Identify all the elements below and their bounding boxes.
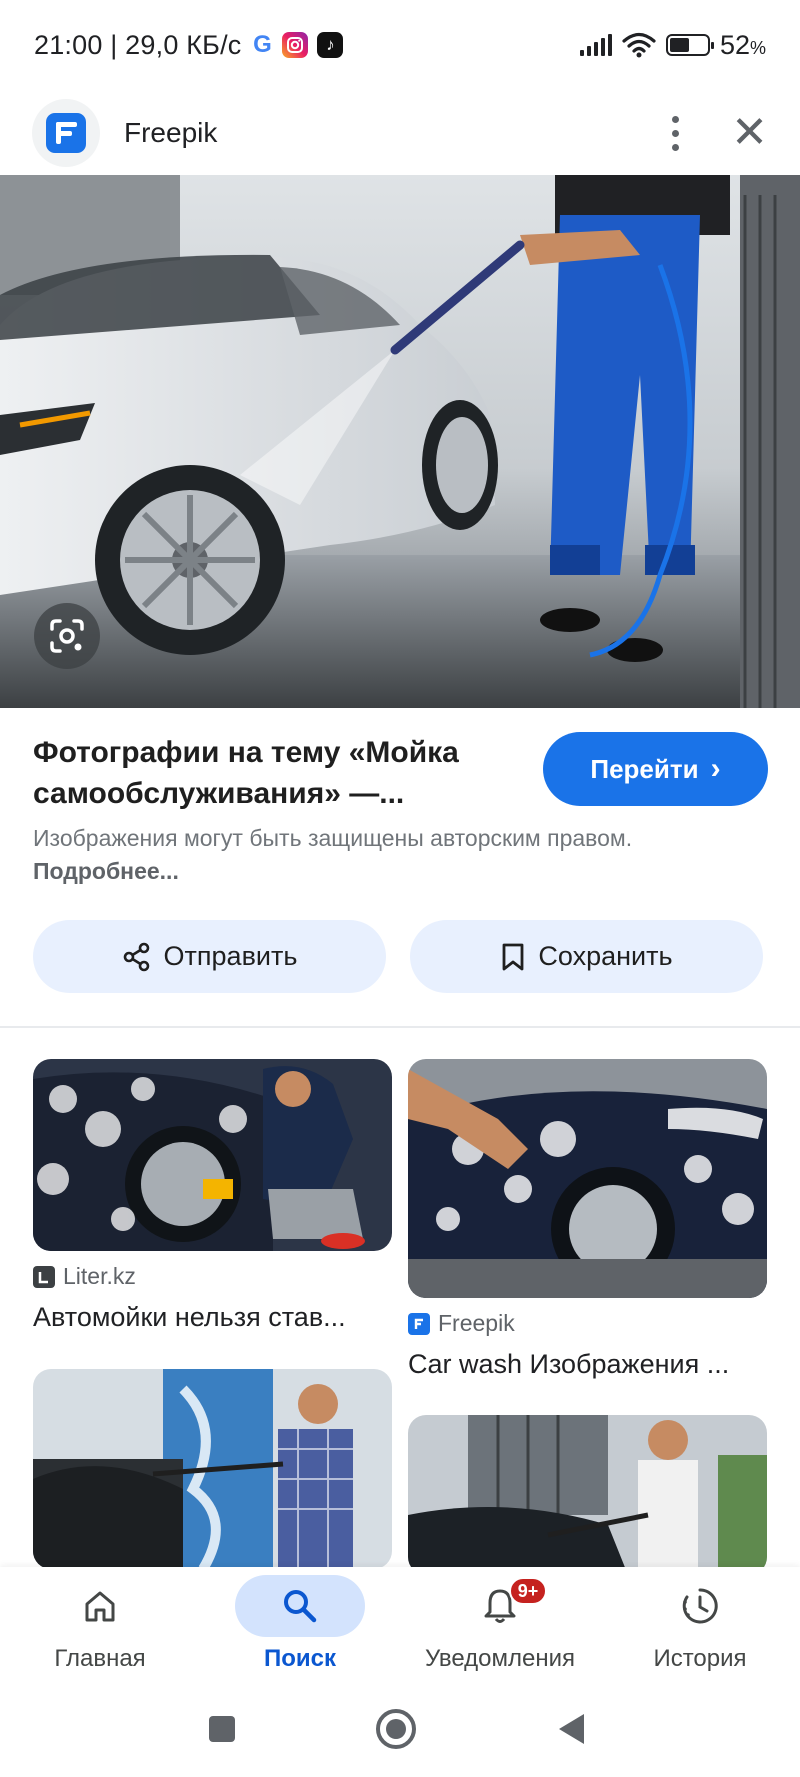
wifi-icon <box>622 32 656 58</box>
site-name[interactable]: Freepik <box>124 117 217 149</box>
main-image[interactable] <box>0 175 800 708</box>
result-source-2[interactable]: Freepik <box>408 1310 515 1337</box>
home-icon <box>85 1591 115 1622</box>
tiktok-icon: ♪ <box>317 32 344 58</box>
battery-icon <box>665 34 714 56</box>
detail-header: Freepik ✕ <box>0 90 800 176</box>
nav-history-label: История <box>653 1645 747 1672</box>
learn-more-link[interactable]: Подробнее... <box>33 858 179 884</box>
nav-notifications[interactable]: 9+ Уведомления <box>400 1567 600 1685</box>
back-system-button[interactable] <box>548 1705 596 1753</box>
nav-history[interactable]: История <box>600 1567 800 1685</box>
chevron-right-icon: › <box>710 752 721 785</box>
result-source-name: Freepik <box>438 1310 515 1336</box>
result-title-2[interactable]: Car wash Изображения ... <box>408 1349 767 1380</box>
google-icon: G <box>251 31 274 58</box>
system-navigation-bar <box>0 1685 800 1777</box>
signal-icon <box>579 34 612 56</box>
status-time-speed: 21:00 | 29,0 КБ/с <box>34 29 242 60</box>
lens-search-button[interactable] <box>34 603 100 669</box>
copyright-notice: Изображения могут быть защищены авторски… <box>33 822 633 888</box>
result-title-1[interactable]: Автомойки нельзя став... <box>33 1302 392 1333</box>
save-button[interactable]: Сохранить <box>410 920 763 993</box>
share-icon <box>123 942 149 971</box>
image-title[interactable]: Фотографии на тему «Мойка самообслуживан… <box>33 732 503 814</box>
square-icon <box>209 1716 235 1742</box>
visit-button-label: Перейти <box>590 753 699 784</box>
bottom-navigation: Главная Поиск 9+ Уведомления История <box>0 1567 800 1685</box>
liter-kz-favicon <box>33 1265 55 1288</box>
nav-search-label: Поиск <box>263 1645 337 1672</box>
save-label: Сохранить <box>538 941 673 971</box>
instagram-icon <box>282 32 309 58</box>
status-right: 52% <box>579 29 766 61</box>
share-label: Отправить <box>163 941 298 971</box>
circle-icon <box>376 1709 416 1749</box>
share-button[interactable]: Отправить <box>33 920 386 993</box>
result-image-1[interactable] <box>33 1059 392 1251</box>
bookmark-icon <box>503 943 524 970</box>
nav-home[interactable]: Главная <box>0 1567 200 1685</box>
lens-icon <box>50 619 84 653</box>
status-bar: 21:00 | 29,0 КБ/с G ♪ 52% <box>0 0 800 90</box>
search-icon <box>284 1590 317 1623</box>
notification-badge: 9+ <box>509 1577 547 1605</box>
result-image-3[interactable] <box>33 1369 392 1569</box>
back-triangle-icon <box>559 1714 584 1744</box>
nav-search[interactable]: Поиск <box>200 1567 400 1685</box>
result-source-name: Liter.kz <box>63 1263 136 1289</box>
result-source-1[interactable]: Liter.kz <box>33 1263 136 1290</box>
section-divider <box>0 1026 800 1028</box>
freepik-favicon <box>408 1312 430 1335</box>
visit-button[interactable]: Перейти › <box>543 732 768 806</box>
result-image-4[interactable] <box>408 1415 767 1575</box>
nav-home-label: Главная <box>54 1645 146 1672</box>
site-logo[interactable] <box>32 99 100 167</box>
battery-text: 52% <box>719 29 766 60</box>
more-options-icon[interactable] <box>668 112 683 155</box>
result-image-2[interactable] <box>408 1059 767 1298</box>
history-icon <box>682 1588 718 1624</box>
close-icon[interactable]: ✕ <box>731 111 768 155</box>
status-app-icons: G ♪ <box>251 31 344 58</box>
nav-notifications-label: Уведомления <box>424 1645 576 1672</box>
copyright-text: Изображения могут быть защищены авторски… <box>33 825 633 851</box>
freepik-logo-icon <box>46 113 86 153</box>
recent-apps-button[interactable] <box>198 1705 246 1753</box>
battery-level <box>669 38 689 52</box>
home-system-button[interactable] <box>372 1705 420 1753</box>
